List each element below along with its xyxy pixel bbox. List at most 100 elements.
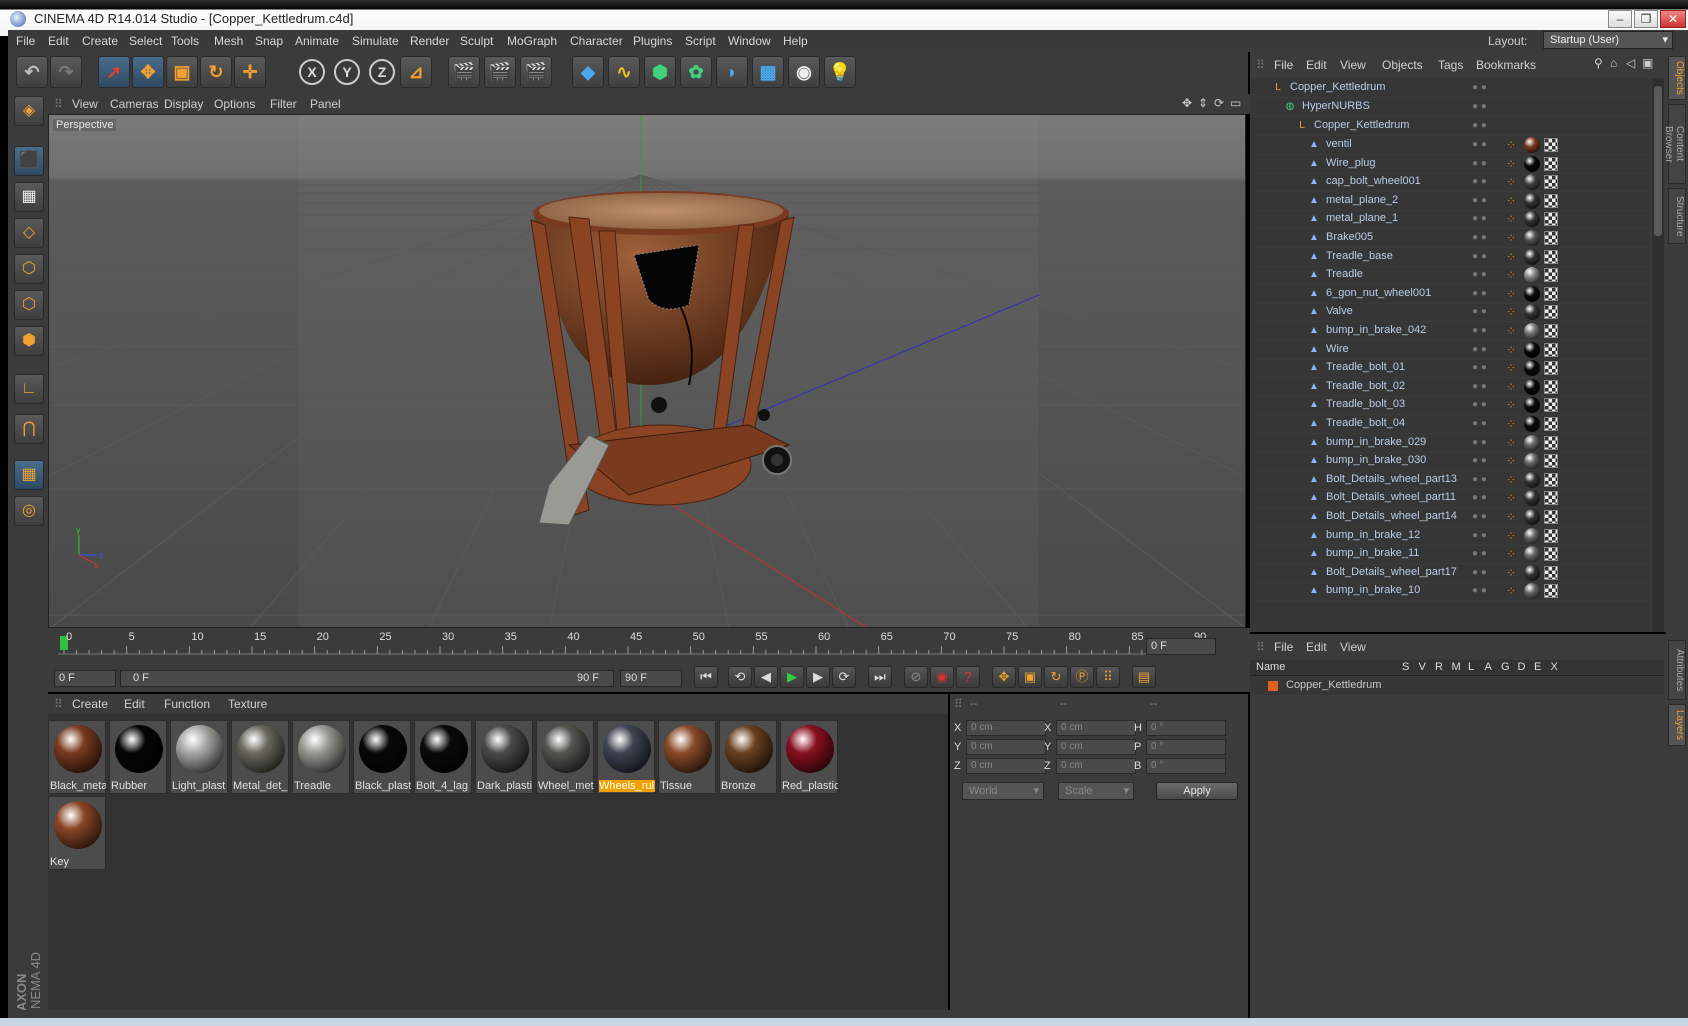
minimize-button[interactable]: ‒ xyxy=(1608,10,1632,28)
visibility-dots-icon[interactable]: ● ● xyxy=(1472,176,1492,188)
mat-menu-create[interactable]: Create xyxy=(72,697,108,711)
visibility-dots-icon[interactable]: ● ● xyxy=(1472,195,1492,207)
uvw-tag-icon[interactable] xyxy=(1544,175,1558,190)
make-editable-icon[interactable]: ◈ xyxy=(14,96,44,126)
material-tag-icon[interactable] xyxy=(1524,174,1540,191)
record-keys-icon[interactable]: ⊘ xyxy=(904,666,928,688)
object-row[interactable]: L Copper_Kettledrum ● ● xyxy=(1250,116,1650,136)
uvw-tag-icon[interactable] xyxy=(1544,361,1558,376)
scrollbar-thumb[interactable] xyxy=(1654,86,1662,236)
material-tag-icon[interactable] xyxy=(1524,248,1540,265)
material-swatch[interactable]: Wheels_rul xyxy=(597,720,655,794)
last-tool-icon[interactable]: ✛ xyxy=(234,56,266,88)
mograph-cloner-icon[interactable]: ✿ xyxy=(680,56,712,88)
material-tag-icon[interactable] xyxy=(1524,564,1540,581)
visibility-dots-icon[interactable]: ● ● xyxy=(1472,455,1492,467)
phong-tag-icon[interactable]: ⁘ xyxy=(1506,212,1520,226)
vp-menu-cameras[interactable]: Cameras xyxy=(110,97,159,111)
play-forward-icon[interactable]: ▶ xyxy=(780,666,804,688)
visibility-dots-icon[interactable]: ● ● xyxy=(1472,158,1492,170)
material-swatch[interactable]: Bolt_4_lag xyxy=(414,720,472,794)
material-swatch[interactable]: Black_meta xyxy=(48,720,106,794)
layer-col-r[interactable]: R xyxy=(1435,661,1443,673)
material-swatch[interactable]: Treadle xyxy=(292,720,350,794)
new-panel-icon[interactable]: ▣ xyxy=(1642,56,1653,70)
workplane-lock-icon[interactable]: ▦ xyxy=(14,460,44,490)
uvw-tag-icon[interactable] xyxy=(1544,324,1558,338)
object-row[interactable]: ▲ Wire ● ● ⁘ xyxy=(1250,340,1650,360)
current-frame-field[interactable]: 0 F xyxy=(1146,638,1216,655)
panel-grip-icon[interactable]: ⠿ xyxy=(1256,640,1265,654)
visibility-dots-icon[interactable]: ● ● xyxy=(1472,251,1492,263)
layer-color-swatch[interactable] xyxy=(1268,681,1278,691)
menu-mesh[interactable]: Mesh xyxy=(214,34,243,48)
layer-col-v[interactable]: V xyxy=(1419,661,1426,673)
coord-value-field[interactable]: 0 ° xyxy=(1146,720,1226,736)
layer-row[interactable]: Copper_Kettledrum xyxy=(1250,677,1664,695)
material-tag-icon[interactable] xyxy=(1524,583,1540,600)
material-swatch[interactable]: Dark_plasti xyxy=(475,720,533,794)
live-selection-icon[interactable]: ➚ xyxy=(98,56,130,88)
object-name[interactable]: HyperNURBS xyxy=(1302,100,1370,112)
x-axis-lock-icon[interactable]: X xyxy=(299,59,325,85)
keyframe-selection-icon[interactable]: ? xyxy=(956,666,980,688)
visibility-dots-icon[interactable]: ● ● xyxy=(1472,325,1492,337)
camera-icon[interactable]: ◉ xyxy=(788,56,820,88)
key-rotation-icon[interactable]: ↻ xyxy=(1044,666,1068,688)
render-settings-icon[interactable]: 🎬 xyxy=(520,56,552,88)
phong-tag-icon[interactable]: ⁘ xyxy=(1506,175,1520,189)
snap-magnet-icon[interactable]: ⋂ xyxy=(14,414,44,444)
coord-value-field[interactable]: 0 ° xyxy=(1146,758,1226,774)
uvw-tag-icon[interactable] xyxy=(1544,454,1558,469)
material-swatch[interactable]: Red_plastic xyxy=(780,720,838,794)
visibility-dots-icon[interactable]: ● ● xyxy=(1472,269,1492,281)
layer-col-name[interactable]: Name xyxy=(1256,661,1285,673)
key-point-level-icon[interactable]: ⠿ xyxy=(1096,666,1120,688)
obj-menu-edit[interactable]: Edit xyxy=(1306,58,1327,72)
uvw-tag-icon[interactable] xyxy=(1544,584,1558,599)
layer-menu-edit[interactable]: Edit xyxy=(1306,640,1327,654)
material-tag-icon[interactable] xyxy=(1524,137,1540,153)
uvw-tag-icon[interactable] xyxy=(1544,491,1558,506)
object-name[interactable]: Valve xyxy=(1326,305,1353,317)
object-name[interactable]: bump_in_brake_030 xyxy=(1326,454,1426,466)
uvw-tag-icon[interactable] xyxy=(1544,249,1558,264)
object-name[interactable]: Treadle_base xyxy=(1326,250,1393,262)
vp-menu-display[interactable]: Display xyxy=(164,97,203,111)
rotate-view-icon[interactable]: ⟳ xyxy=(1214,96,1224,110)
visibility-dots-icon[interactable]: ● ● xyxy=(1472,492,1492,504)
panel-grip-icon[interactable]: ⠿ xyxy=(1256,58,1265,72)
autokeying-icon[interactable]: ◉ xyxy=(930,666,954,688)
zoom-view-icon[interactable]: ⇕ xyxy=(1198,96,1208,110)
key-position-icon[interactable]: ✥ xyxy=(992,666,1016,688)
visibility-dots-icon[interactable]: ● ● xyxy=(1472,437,1492,449)
material-swatch[interactable]: Wheel_met xyxy=(536,720,594,794)
material-tag-icon[interactable] xyxy=(1524,434,1540,451)
material-tag-icon[interactable] xyxy=(1524,509,1540,525)
uvw-tag-icon[interactable] xyxy=(1544,472,1558,487)
visibility-dots-icon[interactable]: ● ● xyxy=(1472,288,1492,300)
phong-tag-icon[interactable]: ⁘ xyxy=(1506,343,1520,357)
menu-tools[interactable]: Tools xyxy=(171,34,199,48)
redo-icon[interactable]: ↷ xyxy=(50,56,82,88)
object-row[interactable]: ▲ Brake005 ● ● ⁘ xyxy=(1250,228,1650,248)
coord-value-field[interactable]: 0 cm xyxy=(1056,720,1136,736)
size-mode-select[interactable]: Scale ▾ xyxy=(1058,782,1134,800)
phong-tag-icon[interactable]: ⁘ xyxy=(1506,250,1520,264)
material-swatch[interactable]: Rubber xyxy=(109,720,167,794)
object-name[interactable]: bump_in_brake_12 xyxy=(1326,529,1420,541)
visibility-dots-icon[interactable]: ● ● xyxy=(1472,548,1492,560)
toggle-view-icon[interactable]: ▭ xyxy=(1230,96,1241,110)
object-row[interactable]: ▲ Treadle ● ● ⁘ xyxy=(1250,265,1650,286)
visibility-dots-icon[interactable]: ● ● xyxy=(1472,418,1492,430)
menu-create[interactable]: Create xyxy=(82,34,118,48)
scale-tool-icon[interactable]: ▣ xyxy=(166,56,198,88)
spline-pen-icon[interactable]: ∿ xyxy=(608,56,640,88)
menu-animate[interactable]: Animate xyxy=(295,34,339,48)
maximize-button[interactable]: ❐ xyxy=(1634,10,1658,28)
object-row[interactable]: ▲ bump_in_brake_030 ● ● ⁘ xyxy=(1250,451,1650,472)
phong-tag-icon[interactable]: ⁘ xyxy=(1506,436,1520,450)
y-axis-lock-icon[interactable]: Y xyxy=(334,59,360,85)
material-tag-icon[interactable] xyxy=(1524,378,1540,395)
visibility-dots-icon[interactable]: ● ● xyxy=(1472,306,1492,318)
